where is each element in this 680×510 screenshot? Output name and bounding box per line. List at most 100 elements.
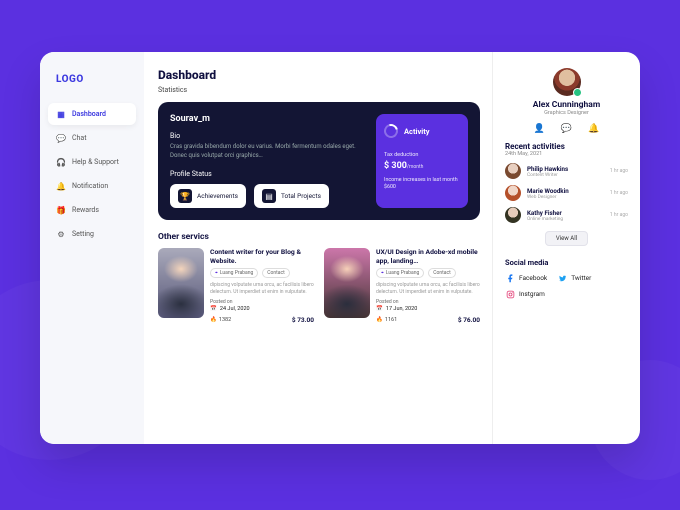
other-services-heading: Other servics [158, 232, 480, 242]
activity-item[interactable]: Marie Woodkin Web Designer 1 hr ago [505, 185, 628, 201]
service-title: UX/UI Design in Adobe-xd mobile app, lan… [376, 248, 480, 265]
facebook-icon [505, 273, 515, 283]
service-posted-label: Posted on [210, 299, 314, 305]
profile-status-label: Profile Status [170, 170, 366, 178]
social-label: Facebook [519, 274, 547, 282]
sidebar-nav: ▦ Dashboard 💬 Chat 🎧 Help & Support 🔔 No… [48, 103, 136, 245]
bell-icon: 🔔 [56, 181, 66, 191]
sidebar: LOGO ▦ Dashboard 💬 Chat 🎧 Help & Support… [40, 52, 144, 444]
recent-activities-date: 24th May, 2021 [505, 151, 628, 157]
sidebar-item-chat[interactable]: 💬 Chat [48, 127, 136, 149]
social-twitter[interactable]: Twitter [557, 273, 591, 283]
service-image [158, 248, 204, 318]
avatar-icon [505, 185, 521, 201]
activity-tax-label: Tax deduction [384, 152, 460, 158]
activity-item[interactable]: Kathy Fisher Online marketing 1 hr ago [505, 207, 628, 223]
profile-username: Sourav_m [170, 114, 366, 124]
service-price: $ 76.00 [458, 316, 480, 324]
sidebar-item-label: Notification [72, 182, 108, 190]
sidebar-item-label: Rewards [72, 206, 99, 214]
profile-status-buttons: 🏆 Achievements ▤ Total Projects [170, 184, 366, 208]
logo: LOGO [48, 68, 136, 103]
contact-tag[interactable]: Contact [428, 268, 455, 278]
activity-amount: $ 300/month [384, 161, 460, 171]
service-description: dipiscing volputate urna orcu, ac facili… [210, 282, 314, 295]
avatar-icon [505, 163, 521, 179]
service-image [324, 248, 370, 318]
location-tag[interactable]: Luang Prabang [376, 268, 424, 278]
profile-tabs: 👤 💬 🔔 [505, 124, 628, 134]
headset-icon: 🎧 [56, 157, 66, 167]
twitter-icon [557, 273, 567, 283]
activity-title: Activity [404, 127, 430, 136]
activity-time: 1 hr ago [610, 212, 628, 218]
recent-activities-heading: Recent activities [505, 142, 628, 151]
service-card[interactable]: UX/UI Design in Adobe-xd mobile app, lan… [324, 248, 480, 324]
total-projects-button[interactable]: ▤ Total Projects [254, 184, 329, 208]
profile-bio-label: Bio [170, 132, 366, 140]
grid-icon: ▦ [56, 109, 66, 119]
page-subtitle: Statistics [158, 86, 480, 94]
notifications-tab-icon[interactable]: 🔔 [588, 124, 599, 134]
page-title: Dashboard [158, 68, 480, 82]
activity-note: Income increases in last month $600 [384, 177, 460, 191]
activity-ring-icon [381, 121, 400, 140]
social-media-heading: Social media [505, 258, 628, 267]
sidebar-item-help[interactable]: 🎧 Help & Support [48, 151, 136, 173]
profile-card-left: Sourav_m Bio Cras gravida bibendum dolor… [170, 114, 366, 208]
activity-item[interactable]: Philip Hawkins Content Writer 1 hr ago [505, 163, 628, 179]
user-role: Graphics Designer [505, 110, 628, 116]
chat-icon: 💬 [56, 133, 66, 143]
achievements-button[interactable]: 🏆 Achievements [170, 184, 246, 208]
sidebar-item-notification[interactable]: 🔔 Notification [48, 175, 136, 197]
view-all-button[interactable]: View All [545, 231, 588, 246]
social-instagram[interactable]: Instgram [505, 289, 545, 299]
activity-time: 1 hr ago [610, 190, 628, 196]
projects-icon: ▤ [262, 189, 276, 203]
avatar-icon [505, 207, 521, 223]
service-posted-label: Posted on [376, 299, 480, 305]
user-avatar[interactable] [553, 68, 581, 96]
activity-user-role: Online marketing [527, 217, 604, 222]
service-views: 1161 [376, 317, 397, 323]
recent-activities-list: Philip Hawkins Content Writer 1 hr ago M… [505, 163, 628, 223]
profile-card: Sourav_m Bio Cras gravida bibendum dolor… [158, 102, 480, 220]
service-description: dipiscing volputate urna orcu, ac facili… [376, 282, 480, 295]
location-tag[interactable]: Luang Prabang [210, 268, 258, 278]
social-label: Instgram [519, 290, 545, 298]
gift-icon: 🎁 [56, 205, 66, 215]
service-title: Content writer for your Blog & Website. [210, 248, 314, 265]
sidebar-item-label: Chat [72, 134, 87, 142]
activity-user-name: Marie Woodkin [527, 187, 604, 195]
achievements-label: Achievements [197, 192, 238, 200]
sidebar-item-label: Dashboard [72, 110, 106, 118]
service-posted-date: 24 Jul, 2020 [210, 306, 314, 312]
user-name: Alex Cunningham [505, 100, 628, 110]
services-row: Content writer for your Blog & Website. … [158, 248, 480, 324]
instagram-icon [505, 289, 515, 299]
service-posted-date: 17 Jun, 2020 [376, 306, 480, 312]
right-panel: Alex Cunningham Graphics Designer 👤 💬 🔔 … [492, 52, 640, 444]
activity-time: 1 hr ago [610, 168, 628, 174]
activity-user-name: Kathy Fisher [527, 209, 604, 217]
profile-tab-icon[interactable]: 👤 [534, 124, 545, 134]
activity-user-role: Content Writer [527, 173, 604, 178]
main-content: Dashboard Statistics Sourav_m Bio Cras g… [144, 52, 492, 444]
trophy-icon: 🏆 [178, 189, 192, 203]
gear-icon: ⚙ [56, 229, 66, 239]
social-label: Twitter [571, 274, 591, 282]
total-projects-label: Total Projects [281, 192, 321, 200]
messages-tab-icon[interactable]: 💬 [561, 124, 572, 134]
app-shell: LOGO ▦ Dashboard 💬 Chat 🎧 Help & Support… [40, 52, 640, 444]
activity-user-role: Web Designer [527, 195, 604, 200]
service-card[interactable]: Content writer for your Blog & Website. … [158, 248, 314, 324]
sidebar-item-setting[interactable]: ⚙ Setting [48, 223, 136, 245]
sidebar-item-label: Setting [72, 230, 94, 238]
sidebar-item-dashboard[interactable]: ▦ Dashboard [48, 103, 136, 125]
sidebar-item-label: Help & Support [72, 158, 119, 166]
service-price: $ 73.00 [292, 316, 314, 324]
activity-user-name: Philip Hawkins [527, 165, 604, 173]
contact-tag[interactable]: Contact [262, 268, 289, 278]
sidebar-item-rewards[interactable]: 🎁 Rewards [48, 199, 136, 221]
social-facebook[interactable]: Facebook [505, 273, 547, 283]
